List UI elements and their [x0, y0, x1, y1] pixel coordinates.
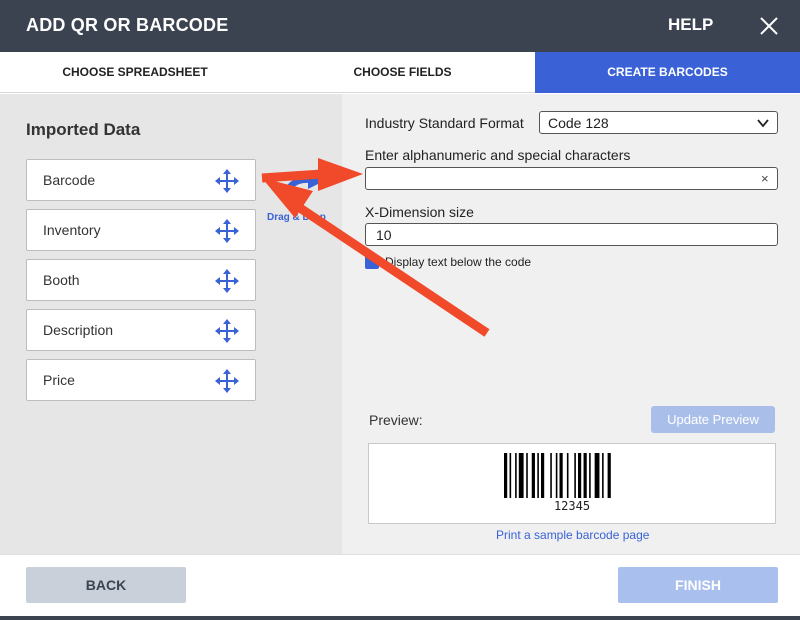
- drag-drop-hint: Drag & Drop: [267, 212, 326, 223]
- wizard-tabs: CHOOSE SPREADSHEET CHOOSE FIELDS CREATE …: [0, 52, 800, 93]
- barcode-bar: [537, 453, 539, 498]
- field-label: Booth: [43, 272, 80, 288]
- barcode-bar: [515, 453, 517, 498]
- barcode-bar: [578, 453, 582, 498]
- format-select[interactable]: Code 128: [539, 111, 778, 134]
- tab-create-barcodes[interactable]: CREATE BARCODES: [535, 52, 800, 93]
- display-text-label: Display text below the code: [385, 255, 532, 269]
- back-button[interactable]: BACK: [26, 567, 186, 603]
- format-label: Industry Standard Format: [365, 115, 524, 131]
- field-description[interactable]: Description: [26, 309, 256, 351]
- field-label: Price: [43, 372, 75, 388]
- barcode-bar: [555, 453, 558, 498]
- display-text-checkbox[interactable]: [365, 255, 379, 269]
- bottom-edge: [0, 616, 800, 620]
- barcode-bar: [594, 453, 600, 498]
- move-icon[interactable]: [215, 169, 239, 193]
- field-inventory[interactable]: Inventory: [26, 209, 256, 251]
- barcode-bar: [509, 453, 512, 498]
- drag-drop-arrow-icon: [281, 172, 324, 200]
- field-label: Description: [43, 322, 114, 338]
- update-preview-button[interactable]: Update Preview: [651, 406, 775, 433]
- characters-input[interactable]: [365, 167, 778, 190]
- x-dimension-input[interactable]: [365, 223, 778, 246]
- move-icon[interactable]: [215, 369, 239, 393]
- finish-button[interactable]: FINISH: [618, 567, 778, 603]
- barcode-bar: [541, 453, 545, 498]
- barcode-bar: [574, 453, 576, 498]
- barcode-image: [504, 453, 611, 498]
- barcode-bar: [589, 453, 591, 498]
- imported-data-heading: Imported Data: [26, 120, 141, 139]
- barcode-bar: [526, 453, 528, 498]
- dialog-title: ADD QR OR BARCODE: [26, 15, 229, 35]
- barcode-bar: [559, 453, 563, 498]
- barcode-bar: [583, 453, 587, 498]
- barcode-preview: 12345: [368, 443, 776, 524]
- field-booth[interactable]: Booth: [26, 259, 256, 301]
- barcode-bar: [566, 453, 569, 498]
- field-price[interactable]: Price: [26, 359, 256, 401]
- characters-label: Enter alphanumeric and special character…: [365, 147, 631, 163]
- field-label: Inventory: [43, 222, 101, 238]
- chevron-down-icon: [757, 119, 769, 128]
- close-icon[interactable]: [758, 15, 780, 37]
- format-select-value: Code 128: [548, 115, 609, 131]
- barcode-bar: [602, 453, 604, 498]
- barcode-text: 12345: [553, 499, 591, 513]
- field-label: Barcode: [43, 172, 96, 188]
- dialog-header: ADD QR OR BARCODE HELP: [0, 0, 800, 52]
- preview-label: Preview:: [369, 412, 423, 428]
- field-barcode[interactable]: Barcode: [26, 159, 256, 201]
- clear-icon[interactable]: ×: [761, 171, 769, 186]
- move-icon[interactable]: [215, 219, 239, 243]
- tab-choose-fields[interactable]: CHOOSE FIELDS: [270, 52, 535, 93]
- help-link[interactable]: HELP: [668, 15, 713, 35]
- barcode-bar: [550, 453, 552, 498]
- tab-choose-spreadsheet[interactable]: CHOOSE SPREADSHEET: [0, 52, 270, 93]
- barcode-bar: [607, 453, 611, 498]
- barcode-bar: [518, 453, 524, 498]
- barcode-bar: [531, 453, 535, 498]
- move-icon[interactable]: [215, 269, 239, 293]
- print-sample-link[interactable]: Print a sample barcode page: [496, 528, 649, 542]
- barcode-bar: [504, 453, 508, 498]
- x-dimension-label: X-Dimension size: [365, 204, 474, 220]
- move-icon[interactable]: [215, 319, 239, 343]
